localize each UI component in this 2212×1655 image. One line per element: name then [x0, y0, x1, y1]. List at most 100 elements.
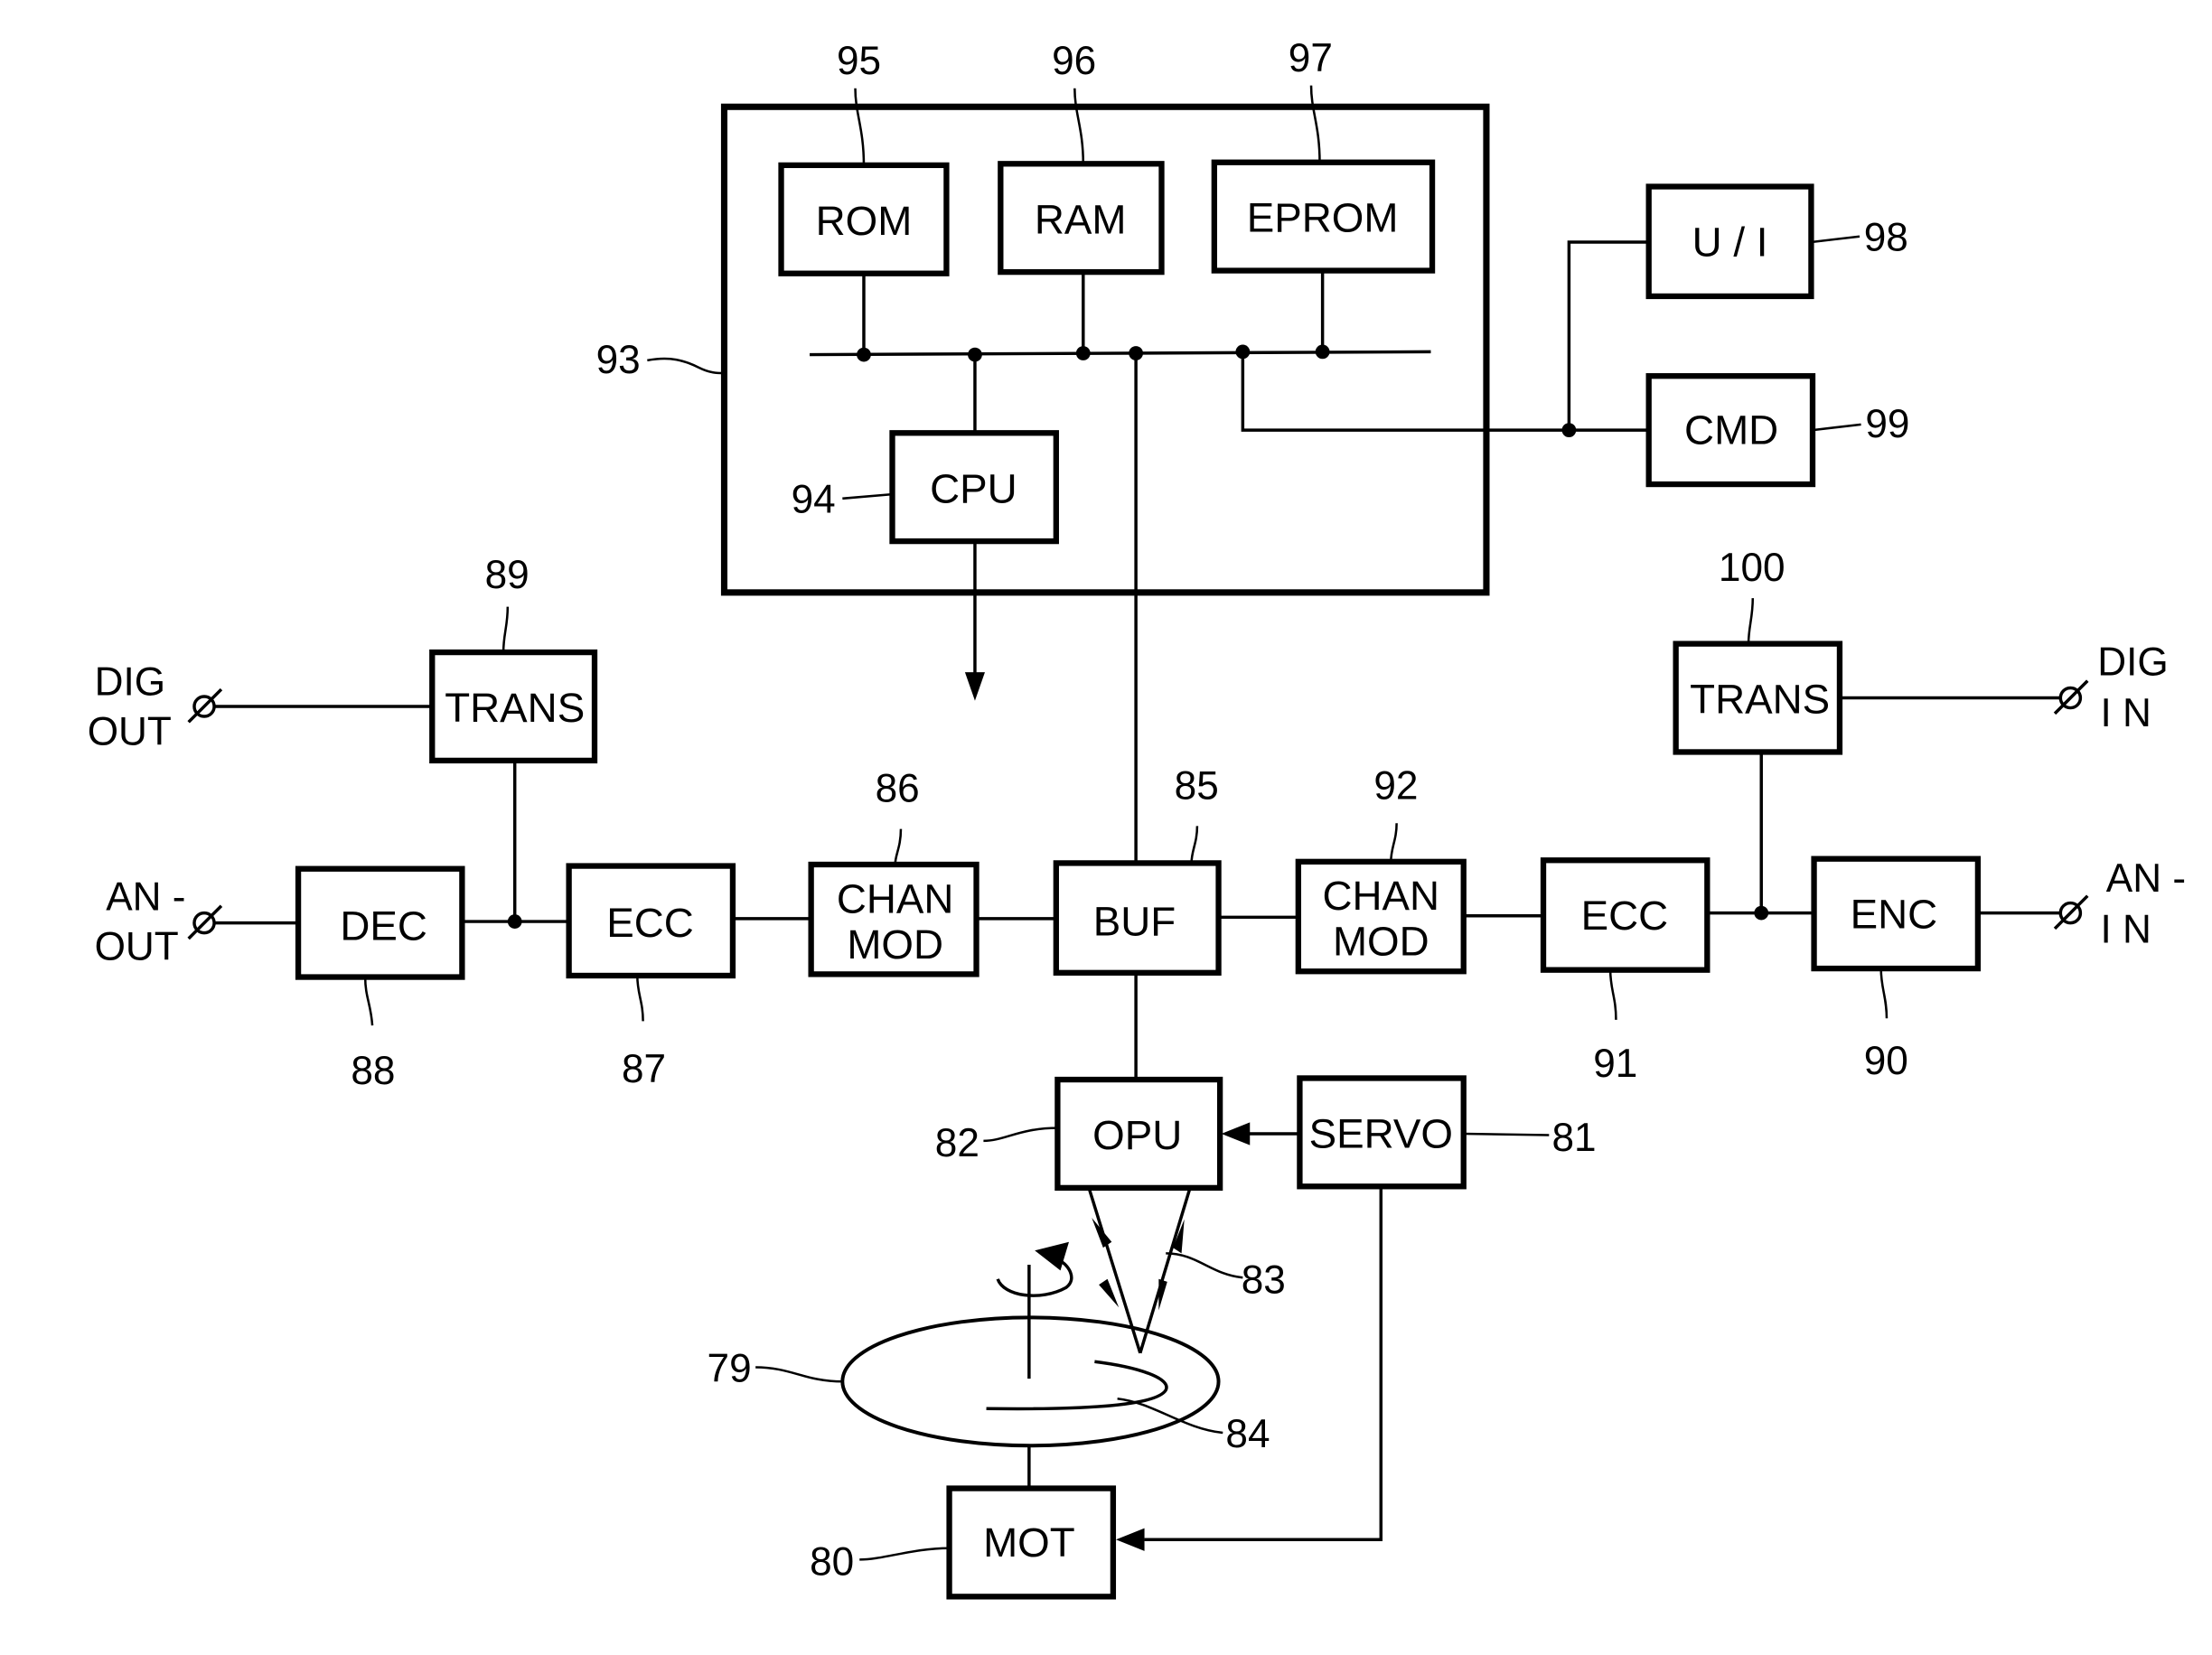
junction-dot: [857, 347, 871, 362]
leader-line-79: [755, 1366, 843, 1383]
ref-80: 80: [810, 1540, 854, 1585]
leader-line-88: [363, 977, 374, 1026]
mot-block[interactable]: MOT: [946, 1485, 1117, 1600]
leader-line-99: [1812, 423, 1861, 432]
trans-in-block[interactable]: TRANS: [1673, 640, 1843, 755]
leader-line-80: [859, 1547, 950, 1561]
chanmod-in-label-line1: CHAN: [1323, 873, 1440, 919]
leader-line-91: [1608, 969, 1617, 1020]
leader-line-85: [1190, 826, 1199, 864]
ref-98: 98: [1864, 215, 1908, 259]
an-in-label-line1: AN -: [2106, 856, 2186, 901]
leader-line-86: [894, 828, 903, 865]
cmd-block[interactable]: CMD: [1645, 373, 1816, 488]
ref-86: 86: [876, 767, 920, 811]
beam-arrowhead: [1158, 1278, 1167, 1311]
leader-line-89: [501, 606, 510, 653]
ref-92: 92: [1373, 763, 1418, 808]
ref-84: 84: [1225, 1412, 1270, 1456]
enc-block[interactable]: ENC: [1811, 856, 1982, 972]
ref-90: 90: [1864, 1039, 1908, 1083]
junction-dot: [1129, 346, 1143, 360]
ecc-out-label: ECC: [606, 900, 694, 946]
leader-line-82: [983, 1127, 1058, 1143]
rom-label: ROM: [816, 198, 913, 244]
leader-line-90: [1879, 968, 1889, 1019]
dig-out-label-line2: OUT: [88, 710, 172, 754]
cpu-block[interactable]: CPU: [889, 430, 1059, 545]
servo-block[interactable]: SERVO: [1297, 1075, 1467, 1190]
leader-line-92: [1390, 823, 1398, 862]
junction-dot: [1075, 346, 1091, 360]
an-out-label-line2: OUT: [95, 925, 179, 969]
buf-block[interactable]: BUF: [1053, 860, 1222, 976]
junction-dot: [507, 914, 522, 929]
rom-block[interactable]: ROM: [778, 162, 950, 276]
buf-label: BUF: [1093, 899, 1176, 945]
an-in-terminal[interactable]: AN - I N: [2053, 856, 2186, 952]
beam-right: [1139, 1187, 1192, 1354]
leader-line-94: [842, 492, 893, 500]
trans-in-label: TRANS: [1690, 677, 1830, 723]
servo-mot-arrowhead: [1116, 1528, 1145, 1551]
ref-94: 94: [792, 478, 836, 522]
block-diagram: 93 ROM 95 RAM 96 EPROM 97 CPU 94 U / I 9…: [88, 36, 2186, 1600]
leader-line-83: [1166, 1252, 1243, 1279]
enc-label: ENC: [1851, 892, 1938, 938]
cmd-label: CMD: [1684, 407, 1778, 453]
junction-dot: [1235, 344, 1251, 360]
ram-block[interactable]: RAM: [998, 161, 1165, 276]
eprom-label: EPROM: [1247, 195, 1399, 241]
ecc-in-block[interactable]: ECC: [1540, 857, 1711, 973]
dec-block[interactable]: DEC: [295, 865, 465, 980]
rotation-arrowhead: [1035, 1241, 1070, 1271]
cpu-output-arrowhead: [964, 672, 985, 701]
ui-branch-line: [1567, 240, 1649, 431]
cpu-label: CPU: [930, 465, 1017, 511]
dig-out-label-line1: DIG: [95, 659, 165, 704]
chanmod-in-block[interactable]: CHAN MOD: [1295, 858, 1467, 975]
chanmod-out-label-line1: CHAN: [837, 875, 954, 921]
mot-label: MOT: [983, 1519, 1075, 1566]
ui-label: U / I: [1692, 220, 1768, 266]
ref-95: 95: [837, 39, 881, 83]
opu-block[interactable]: OPU: [1054, 1076, 1223, 1192]
trans-out-block[interactable]: TRANS: [429, 649, 598, 764]
opu-label: OPU: [1092, 1112, 1182, 1158]
ram-label: RAM: [1035, 196, 1127, 242]
an-out-label-line1: AN -: [106, 874, 185, 919]
ref-97: 97: [1289, 36, 1333, 80]
ref-83: 83: [1242, 1258, 1286, 1303]
servo-opu-arrowhead: [1221, 1122, 1251, 1145]
junction-dot: [1561, 423, 1577, 438]
leader-line-93: [647, 357, 725, 375]
bus-to-ui-cmd-line: [1241, 351, 1649, 432]
junction-dot: [1315, 344, 1330, 360]
ecc-in-label: ECC: [1581, 893, 1669, 939]
dig-in-terminal[interactable]: DIG I N: [2053, 640, 2169, 735]
leader-line-100: [1747, 598, 1755, 644]
ref-85: 85: [1175, 763, 1219, 808]
leader-line-97: [1309, 85, 1321, 163]
leader-line-87: [636, 975, 644, 1022]
junction-dot: [968, 347, 982, 362]
eprom-block[interactable]: EPROM: [1211, 159, 1436, 274]
an-out-terminal[interactable]: AN - OUT: [95, 874, 223, 969]
ui-block[interactable]: U / I: [1645, 183, 1814, 300]
trans-out-label: TRANS: [445, 685, 585, 731]
ref-82: 82: [935, 1121, 979, 1165]
leader-line-96: [1073, 88, 1085, 164]
ref-96: 96: [1052, 39, 1096, 83]
ecc-out-block[interactable]: ECC: [566, 863, 736, 979]
ref-87: 87: [622, 1047, 666, 1091]
ref-99: 99: [1865, 402, 1909, 446]
chanmod-out-block[interactable]: CHAN MOD: [808, 861, 979, 977]
ref-81: 81: [1551, 1116, 1596, 1160]
dig-in-label-line2: I N: [2100, 691, 2151, 735]
servo-label: SERVO: [1309, 1110, 1453, 1156]
dec-label: DEC: [340, 902, 427, 949]
chanmod-out-label-line2: MOD: [847, 921, 943, 968]
dig-out-terminal[interactable]: DIG OUT: [88, 659, 223, 754]
disc-track: [986, 1360, 1168, 1411]
ref-79: 79: [708, 1346, 752, 1390]
